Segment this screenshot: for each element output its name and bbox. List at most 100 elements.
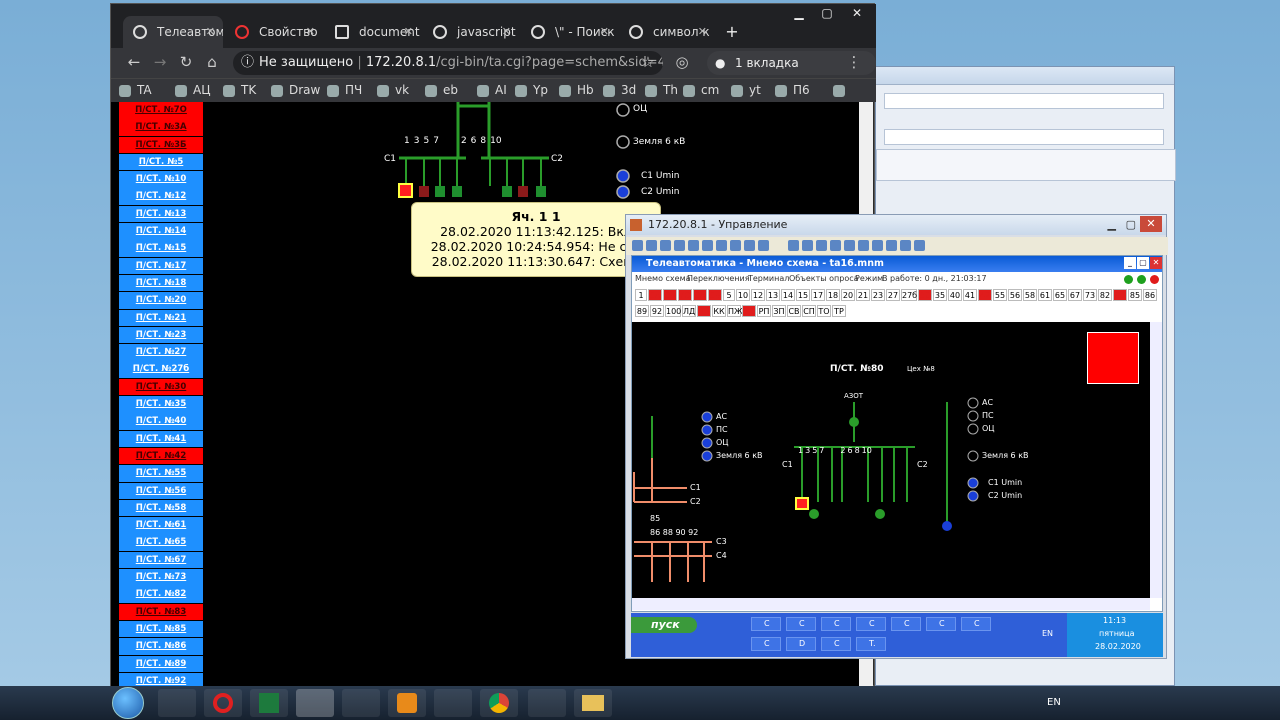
substation-link[interactable]: П/СТ. №92 (119, 672, 203, 687)
bookmark-item[interactable]: eb (425, 83, 458, 97)
app-icon[interactable] (528, 689, 566, 717)
globe-icon[interactable]: ◎ (671, 53, 693, 71)
bookmark-item[interactable]: TK (223, 83, 256, 97)
toolbar-icon[interactable] (872, 240, 883, 251)
substation-link[interactable]: П/СТ. №67 (119, 551, 203, 569)
substation-cell[interactable]: ТО (817, 305, 831, 317)
substation-cell[interactable]: 23 (871, 289, 885, 301)
substation-cell[interactable]: 10 (736, 289, 750, 301)
substation-link[interactable]: П/СТ. №7О (119, 102, 203, 119)
substation-link[interactable]: П/СТ. №55 (119, 465, 203, 482)
substation-cell[interactable]: ПЖ (727, 305, 743, 317)
substation-link[interactable]: П/СТ. №83 (119, 603, 203, 621)
substation-cell[interactable]: СВ (787, 305, 801, 317)
new-tab-button[interactable]: + (721, 16, 743, 48)
substation-cell[interactable]: 56 (1008, 289, 1022, 301)
close-icon[interactable]: ✕ (502, 16, 511, 48)
substation-cell[interactable]: 18 (826, 289, 840, 301)
restore-icon[interactable]: ▢ (1137, 257, 1149, 269)
mnemo-scrollbar-h[interactable] (632, 598, 1150, 610)
substation-cell[interactable]: РП (757, 305, 771, 317)
substation-cell[interactable]: 92 (650, 305, 664, 317)
bookmark-item[interactable]: ПЧ (327, 83, 362, 97)
substation-cell[interactable]: 67 (1068, 289, 1082, 301)
tab-svoystvo[interactable]: Свойство ✕ (225, 16, 323, 48)
substation-cell[interactable]: 30 (918, 289, 932, 301)
substation-cell[interactable]: 41 (963, 289, 977, 301)
mnemo-scrollbar-v[interactable] (1150, 322, 1162, 598)
mnemo-tab[interactable]: Объекты опроса (789, 274, 859, 283)
substation-link[interactable]: П/СТ. №5 (119, 153, 203, 171)
substation-cell[interactable]: СП (802, 305, 816, 317)
substation-cell[interactable]: ТР (832, 305, 846, 317)
substation-cell[interactable]: 55 (993, 289, 1007, 301)
xp-task-button[interactable]: С (856, 617, 886, 631)
substation-cell[interactable]: 12 (751, 289, 765, 301)
breaker-cell-1[interactable] (398, 183, 413, 198)
outlook-icon[interactable] (388, 689, 426, 717)
mnemo-tab[interactable]: Переключения (687, 274, 750, 283)
toolbar-icon[interactable] (758, 240, 769, 251)
close-icon[interactable]: ✕ (843, 6, 871, 20)
toolbar-icon[interactable] (858, 240, 869, 251)
substation-cell[interactable]: 42 (978, 289, 992, 301)
close-icon[interactable]: ✕ (206, 16, 215, 48)
toolbar-icon[interactable] (816, 240, 827, 251)
substation-cell[interactable]: ЗП (772, 305, 786, 317)
mnemo-tab[interactable]: Терминал (748, 274, 789, 283)
maximize-icon[interactable]: ▢ (813, 6, 841, 20)
bookmark-item[interactable]: vk (377, 83, 409, 97)
substation-link[interactable]: П/СТ. №13 (119, 205, 203, 223)
substation-link[interactable]: П/СТ. №3А (119, 119, 203, 136)
reload-icon[interactable]: ↻ (175, 53, 197, 71)
substation-cell[interactable]: КК (712, 305, 726, 317)
toolbar-icon[interactable] (830, 240, 841, 251)
substation-link[interactable]: П/СТ. №18 (119, 274, 203, 292)
toolbar-icon[interactable] (674, 240, 685, 251)
substation-cell[interactable]: 86 (1143, 289, 1157, 301)
toolbar-icon[interactable] (730, 240, 741, 251)
tab-javascript[interactable]: javascript ✕ (423, 16, 519, 48)
substation-cell[interactable]: 65 (1053, 289, 1067, 301)
start-button[interactable]: пуск (631, 617, 697, 633)
remote-desktop-icon[interactable] (296, 689, 334, 717)
notepad-icon[interactable] (434, 689, 472, 717)
xp-task-button[interactable]: С (751, 617, 781, 631)
substation-link[interactable]: П/СТ. №20 (119, 292, 203, 309)
substation-cell[interactable]: 15 (796, 289, 810, 301)
bookmark-item[interactable]: Draw (271, 83, 320, 97)
close-icon[interactable]: ✕ (698, 16, 707, 48)
windows-start-icon[interactable] (112, 687, 144, 719)
toolbar-icon[interactable] (914, 240, 925, 251)
substation-cell[interactable]: 89 (635, 305, 649, 317)
terminal-icon[interactable] (342, 689, 380, 717)
substation-link[interactable]: П/СТ. №3Б (119, 136, 203, 154)
star-icon[interactable]: ☆ (637, 53, 659, 71)
substation-link[interactable]: П/СТ. №61 (119, 517, 203, 534)
xp-task-button[interactable]: С (751, 637, 781, 651)
substation-cell[interactable]: 27 (886, 289, 900, 301)
toolbar-icon[interactable] (744, 240, 755, 251)
substation-cell[interactable]: 40 (948, 289, 962, 301)
app-icon[interactable] (158, 689, 196, 717)
substation-cell[interactable]: 3Б (663, 289, 677, 301)
xp-task-button[interactable]: С (786, 617, 816, 631)
substation-link[interactable]: П/СТ. №10 (119, 171, 203, 188)
substation-cell[interactable]: 83 (1113, 289, 1127, 301)
toolbar-icon[interactable] (632, 240, 643, 251)
substation-link[interactable]: П/СТ. №40 (119, 413, 203, 430)
substation-link[interactable]: П/СТ. №58 (119, 499, 203, 517)
forward-arrow-icon[interactable]: → (149, 53, 171, 71)
minimize-icon[interactable]: ▁ (1108, 215, 1116, 235)
substation-link[interactable]: П/СТ. №14 (119, 223, 203, 240)
toolbar-icon[interactable] (660, 240, 671, 251)
substation-link[interactable]: П/СТ. №65 (119, 534, 203, 551)
substation-cell[interactable]: 5 (723, 289, 735, 301)
substation-cell[interactable]: 73 (1083, 289, 1097, 301)
substation-cell[interactable]: 85 (1128, 289, 1142, 301)
close-icon[interactable]: ✕ (404, 16, 413, 48)
bookmark-item[interactable]: Th (645, 83, 678, 97)
substation-link[interactable]: П/СТ. №27 (119, 344, 203, 361)
xp-task-button[interactable]: С (891, 617, 921, 631)
bookmark-item[interactable]: cm (683, 83, 719, 97)
